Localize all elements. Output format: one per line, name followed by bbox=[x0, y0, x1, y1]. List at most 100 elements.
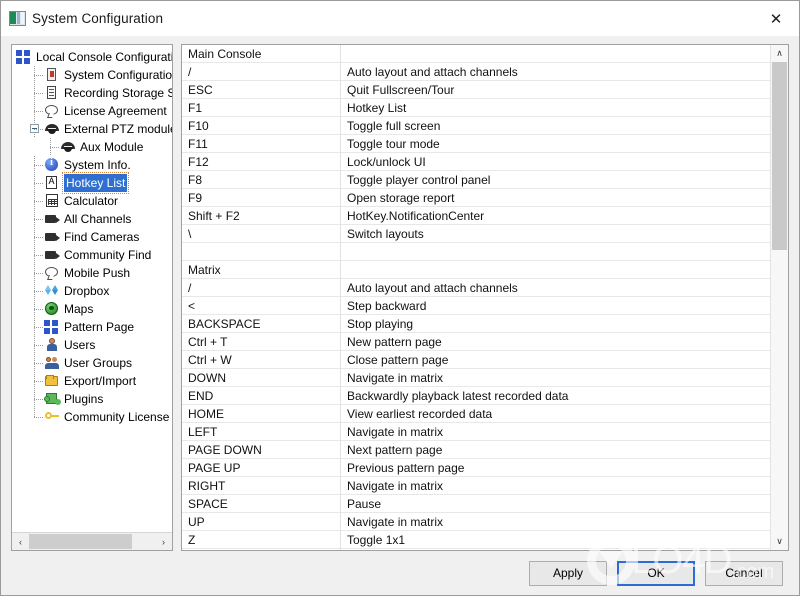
table-row[interactable]: PAGE UP Previous pattern page bbox=[182, 459, 770, 477]
hotkey-key-cell: LEFT bbox=[188, 424, 218, 439]
tree-hscroll-track[interactable] bbox=[29, 533, 155, 550]
tree-item-label: License Agreement bbox=[64, 104, 167, 118]
table-row[interactable]: F8 Toggle player control panel bbox=[182, 171, 770, 189]
scroll-up-icon[interactable]: ∧ bbox=[771, 45, 788, 62]
table-row[interactable]: Main Console bbox=[182, 45, 770, 63]
table-row[interactable]: ESC Quit Fullscreen/Tour bbox=[182, 81, 770, 99]
hotkey-action-cell: Backwardly playback latest recorded data bbox=[347, 388, 569, 403]
table-row[interactable]: F10 Toggle full screen bbox=[182, 117, 770, 135]
tree-item-calculator[interactable]: Calculator bbox=[16, 192, 172, 210]
table-row[interactable]: / Auto layout and attach channels bbox=[182, 63, 770, 81]
hotkey-action-cell: Open storage report bbox=[347, 190, 455, 205]
tree-item-user-groups[interactable]: User Groups bbox=[16, 354, 172, 372]
tree-horizontal-scrollbar[interactable]: ‹ › bbox=[12, 532, 172, 550]
calculator-icon bbox=[44, 193, 60, 209]
hotkey-vertical-scrollbar[interactable]: ∧ ∨ bbox=[770, 45, 788, 550]
tree-item-system-info[interactable]: System Info. bbox=[16, 156, 172, 174]
table-row[interactable]: PAGE DOWN Next pattern page bbox=[182, 441, 770, 459]
tree-item-community-find[interactable]: Community Find bbox=[16, 246, 172, 264]
hotkey-key-cell: Ctrl + T bbox=[188, 334, 228, 349]
hotkey-action-cell: Auto layout and attach channels bbox=[347, 280, 518, 295]
ok-button[interactable]: OK bbox=[617, 560, 695, 586]
table-row[interactable]: BACKSPACE Stop playing bbox=[182, 315, 770, 333]
camera-icon bbox=[44, 211, 60, 227]
hotkey-key-cell: HOME bbox=[188, 406, 224, 421]
plugin-icon bbox=[44, 391, 60, 407]
scroll-right-icon[interactable]: › bbox=[155, 533, 172, 550]
tree-item-license-agreement[interactable]: License Agreement bbox=[16, 102, 172, 120]
table-row[interactable]: F11 Toggle tour mode bbox=[182, 135, 770, 153]
table-row[interactable]: SPACE Pause bbox=[182, 495, 770, 513]
table-row[interactable]: DOWN Navigate in matrix bbox=[182, 369, 770, 387]
tree-item-label: Community License M bbox=[64, 410, 172, 424]
tree-item-label: Find Cameras bbox=[64, 230, 140, 244]
tree-item-recording-storage-se[interactable]: Recording Storage Se bbox=[16, 84, 172, 102]
table-row[interactable]: Shift + F2 HotKey.NotificationCenter bbox=[182, 207, 770, 225]
table-row[interactable]: Matrix bbox=[182, 261, 770, 279]
hotkey-action-cell: Lock/unlock UI bbox=[347, 154, 426, 169]
table-row[interactable]: / Auto layout and attach channels bbox=[182, 279, 770, 297]
hotkey-key-cell: Z bbox=[188, 532, 196, 547]
tree-item-mobile-push[interactable]: Mobile Push bbox=[16, 264, 172, 282]
server-icon bbox=[44, 85, 60, 101]
navigation-tree-panel: Local Console Configurati System Configur… bbox=[11, 44, 173, 551]
vscroll-track[interactable] bbox=[771, 62, 788, 533]
tree-hscroll-thumb[interactable] bbox=[29, 534, 133, 549]
grid-icon bbox=[16, 49, 32, 65]
tree-connector bbox=[30, 390, 44, 408]
tree-item-hotkey-list[interactable]: Hotkey List bbox=[16, 172, 172, 194]
tree-item-plugins[interactable]: Plugins bbox=[16, 390, 172, 408]
cancel-button[interactable]: Cancel bbox=[705, 560, 783, 586]
table-row[interactable]: < Step backward bbox=[182, 297, 770, 315]
tree-item-pattern-page[interactable]: Pattern Page bbox=[16, 318, 172, 336]
tree-item-local-console-configurati[interactable]: Local Console Configurati bbox=[16, 48, 172, 66]
table-row[interactable]: LEFT Navigate in matrix bbox=[182, 423, 770, 441]
tree-item-find-cameras[interactable]: Find Cameras bbox=[16, 228, 172, 246]
table-row[interactable]: END Backwardly playback latest recorded d… bbox=[182, 387, 770, 405]
table-row[interactable]: RIGHT Navigate in matrix bbox=[182, 477, 770, 495]
hotkey-action-cell: Switch layouts bbox=[347, 226, 424, 241]
tree-item-export-import[interactable]: Export/Import bbox=[16, 372, 172, 390]
table-row[interactable]: \ Switch layouts bbox=[182, 225, 770, 243]
hotkey-key-cell: UP bbox=[188, 514, 205, 529]
hotkey-key-cell: F8 bbox=[188, 172, 203, 187]
tree-item-label: Export/Import bbox=[64, 374, 137, 388]
navigation-tree[interactable]: Local Console Configurati System Configur… bbox=[12, 45, 172, 532]
speech-bubble-icon bbox=[44, 103, 60, 119]
table-row[interactable]: F12 Lock/unlock UI bbox=[182, 153, 770, 171]
tree-connector bbox=[30, 246, 44, 264]
user-icon bbox=[44, 337, 60, 353]
hotkey-action-cell: Previous pattern page bbox=[347, 460, 465, 475]
apply-button[interactable]: Apply bbox=[529, 560, 607, 586]
hotkey-key-cell: END bbox=[188, 388, 214, 403]
table-row[interactable]: HOME View earliest recorded data bbox=[182, 405, 770, 423]
tree-item-all-channels[interactable]: All Channels bbox=[16, 210, 172, 228]
close-icon[interactable]: ✕ bbox=[753, 1, 799, 36]
table-row[interactable] bbox=[182, 243, 770, 261]
tree-item-maps[interactable]: Maps bbox=[16, 300, 172, 318]
scroll-down-icon[interactable]: ∨ bbox=[771, 533, 788, 550]
vscroll-thumb[interactable] bbox=[772, 62, 787, 250]
table-row[interactable]: Ctrl + W Close pattern page bbox=[182, 351, 770, 369]
tree-item-label: All Channels bbox=[64, 212, 132, 226]
hotkey-action-cell: Next pattern page bbox=[347, 442, 443, 457]
tree-item-external-ptz-module[interactable]: External PTZ module bbox=[16, 120, 172, 138]
camera-icon bbox=[44, 229, 60, 245]
tree-item-system-configuration[interactable]: System Configuration bbox=[16, 66, 172, 84]
tree-expander-icon[interactable] bbox=[30, 124, 39, 133]
tree-item-users[interactable]: Users bbox=[16, 336, 172, 354]
table-row[interactable]: Ctrl + T New pattern page bbox=[182, 333, 770, 351]
hotkey-key-cell: < bbox=[188, 298, 196, 313]
scroll-left-icon[interactable]: ‹ bbox=[12, 533, 29, 550]
table-row[interactable]: F9 Open storage report bbox=[182, 189, 770, 207]
tree-item-community-license-m[interactable]: Community License M bbox=[16, 408, 172, 426]
table-row[interactable]: F1 Hotkey List bbox=[182, 99, 770, 117]
tree-item-aux-module[interactable]: Aux Module bbox=[16, 138, 172, 156]
hotkey-action-cell: View earliest recorded data bbox=[347, 406, 493, 421]
tree-item-dropbox[interactable]: Dropbox bbox=[16, 282, 172, 300]
tree-connector bbox=[30, 120, 44, 138]
table-row[interactable]: Z Toggle 1x1 bbox=[182, 531, 770, 549]
hotkey-action-cell: Navigate in matrix bbox=[347, 514, 444, 529]
table-row[interactable]: UP Navigate in matrix bbox=[182, 513, 770, 531]
ptz-camera-icon bbox=[44, 121, 60, 137]
